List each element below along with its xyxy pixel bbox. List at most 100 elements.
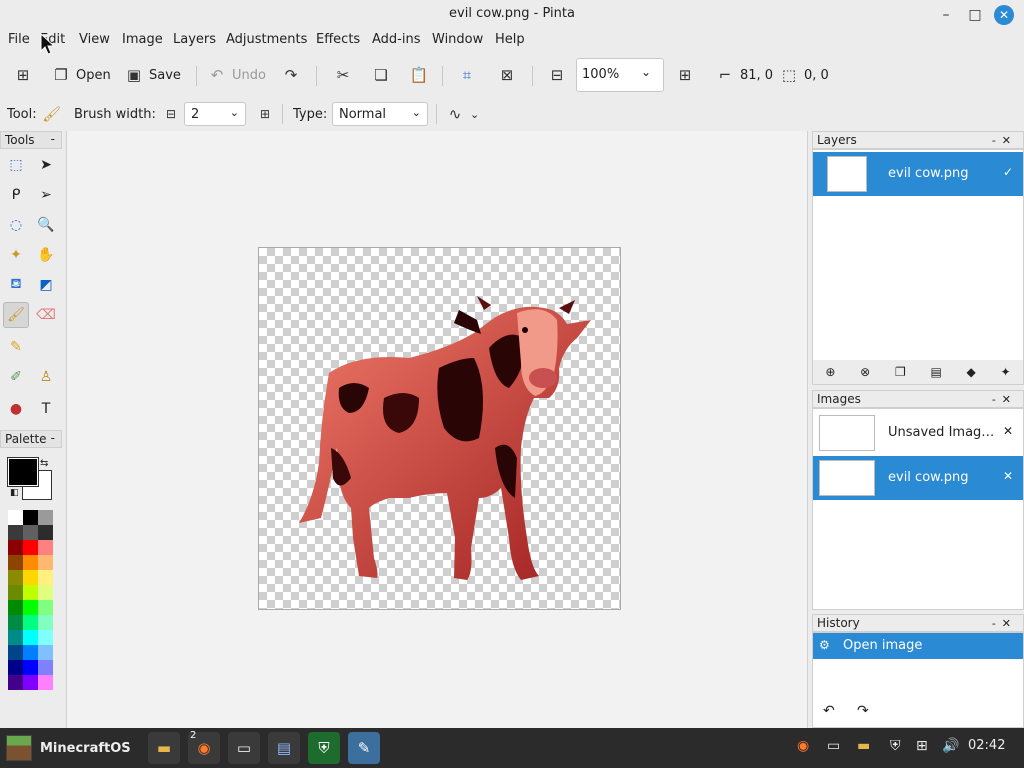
brush-width-decrease-button[interactable]: ⊟ <box>162 98 180 130</box>
menu-file[interactable]: File <box>8 32 30 47</box>
ellipse-select-tool[interactable]: ◌ <box>3 212 29 238</box>
new-image-button[interactable]: ⊞ <box>14 56 32 94</box>
palette-swatch[interactable] <box>23 555 38 570</box>
folder-tray-icon[interactable]: ▬ <box>857 738 870 754</box>
brush-width-increase-button[interactable]: ⊞ <box>256 98 274 130</box>
reset-colors-icon[interactable]: ◧ <box>10 488 19 498</box>
menu-image[interactable]: Image <box>122 32 163 47</box>
pan-tool[interactable]: ✋ <box>33 242 59 268</box>
text-tool[interactable]: T <box>33 396 59 422</box>
antialiasing-dropdown[interactable]: ∿ ⌄ <box>446 98 480 130</box>
menu-window[interactable]: Window <box>432 32 483 47</box>
redo-button[interactable]: ↷ <box>282 56 300 94</box>
zoom-out-button[interactable]: ⊟ <box>548 56 566 94</box>
image-canvas[interactable] <box>258 247 621 610</box>
duplicate-layer-icon[interactable]: ❐ <box>895 365 906 379</box>
clone-stamp-tool[interactable]: ♙ <box>33 364 59 390</box>
gradient-tool[interactable]: ◩ <box>33 272 59 298</box>
palette-swatch[interactable] <box>23 615 38 630</box>
type-combo[interactable]: Normal ⌄ <box>332 102 428 126</box>
color-picker-tool[interactable]: ✐ <box>3 364 29 390</box>
close-image-icon[interactable]: ✕ <box>1003 469 1013 483</box>
crop-to-selection-button[interactable]: ⌗ <box>458 56 476 94</box>
palette-swatch[interactable] <box>23 675 38 690</box>
move-selection-tool[interactable]: ➢ <box>33 182 59 208</box>
palette-swatch[interactable] <box>38 675 53 690</box>
recolor-tool[interactable]: ● <box>3 396 29 422</box>
firefox-tray-icon[interactable]: ◉ <box>797 738 809 754</box>
menu-add-ins[interactable]: Add-ins <box>372 32 420 47</box>
chevron-down-icon[interactable]: ⌄ <box>230 106 239 119</box>
palette-swatch[interactable] <box>23 645 38 660</box>
palette-swatch[interactable] <box>8 660 23 675</box>
canvas-area[interactable] <box>66 131 808 728</box>
palette-swatch[interactable] <box>38 645 53 660</box>
minimize-panel-icon[interactable]: - <box>51 430 55 447</box>
file-manager-taskbar-icon[interactable]: ▬ <box>148 732 180 764</box>
palette-swatch[interactable] <box>8 525 23 540</box>
palette-swatch[interactable] <box>8 630 23 645</box>
eraser-tool[interactable]: ⌫ <box>33 302 59 328</box>
start-menu-button[interactable]: MinecraftOS <box>6 734 131 762</box>
shield-taskbar-icon[interactable]: ⛨ <box>308 732 340 764</box>
palette-swatch[interactable] <box>8 585 23 600</box>
panel-controls-icon[interactable]: -✕ <box>992 132 1017 149</box>
magic-wand-tool[interactable]: ✦ <box>3 242 29 268</box>
palette-swatch[interactable] <box>38 615 53 630</box>
palette-swatch[interactable] <box>8 615 23 630</box>
paint-bucket-tool[interactable]: ⛾ <box>3 272 29 298</box>
menu-help[interactable]: Help <box>495 32 525 47</box>
palette-swatch[interactable] <box>8 645 23 660</box>
swap-colors-icon[interactable]: ⇆ <box>40 458 48 469</box>
move-layer-up-icon[interactable]: ◆ <box>967 365 976 379</box>
panel-controls-icon[interactable]: -✕ <box>992 615 1017 632</box>
palette-swatch[interactable] <box>38 660 53 675</box>
move-selected-tool[interactable]: ➤ <box>33 152 59 178</box>
palette-swatch[interactable] <box>38 600 53 615</box>
palette-swatch[interactable] <box>23 585 38 600</box>
zoom-combo[interactable]: 100% ⌄ <box>576 58 664 92</box>
palette-swatch[interactable] <box>8 570 23 585</box>
minimize-button[interactable]: – <box>936 5 956 25</box>
image-row[interactable]: Unsaved Imag… ✕ <box>813 411 1023 455</box>
close-button[interactable]: ✕ <box>994 5 1014 25</box>
cut-button[interactable]: ✂ <box>334 56 352 94</box>
palette-swatch[interactable] <box>23 525 38 540</box>
save-button[interactable]: ▣ Save <box>125 56 181 94</box>
palette-swatch[interactable] <box>38 585 53 600</box>
palette-swatch[interactable] <box>23 660 38 675</box>
paintbrush-tool[interactable]: 🖌 <box>3 302 29 328</box>
palette-swatch[interactable] <box>38 510 53 525</box>
palette-swatch[interactable] <box>23 510 38 525</box>
pencil-tool[interactable]: ✎ <box>3 334 29 360</box>
palette-swatch[interactable] <box>23 600 38 615</box>
copy-button[interactable]: ❏ <box>372 56 390 94</box>
move-layer-down-icon[interactable]: ✦ <box>1001 365 1011 379</box>
primary-color[interactable] <box>7 457 39 487</box>
palette-swatch[interactable] <box>8 600 23 615</box>
palette-swatch[interactable] <box>23 630 38 645</box>
deselect-button[interactable]: ⊠ <box>498 56 516 94</box>
chevron-down-icon[interactable]: ⌄ <box>412 106 421 119</box>
merge-layer-icon[interactable]: ▤ <box>930 365 941 379</box>
paste-button[interactable]: 📋 <box>410 56 429 94</box>
palette-swatch[interactable] <box>38 540 53 555</box>
pinta-taskbar-icon[interactable]: ✎ <box>348 732 380 764</box>
chevron-down-icon[interactable]: ⌄ <box>641 65 651 79</box>
network-tray-icon[interactable]: ⊞ <box>916 738 928 754</box>
maximize-button[interactable]: □ <box>965 5 985 25</box>
lasso-select-tool[interactable]: ᑭ <box>3 182 29 208</box>
minimize-panel-icon[interactable]: - <box>51 131 55 148</box>
rectangle-select-tool[interactable]: ⬚ <box>3 152 29 178</box>
image-row[interactable]: evil cow.png ✕ <box>813 456 1023 500</box>
history-undo-icon[interactable]: ↶ <box>823 703 835 719</box>
menu-layers[interactable]: Layers <box>173 32 216 47</box>
window-taskbar-icon[interactable]: ▤ <box>268 732 300 764</box>
palette-swatch[interactable] <box>8 510 23 525</box>
open-button[interactable]: ❐ Open <box>52 56 110 94</box>
volume-tray-icon[interactable]: 🔊 <box>942 738 959 754</box>
menu-adjustments[interactable]: Adjustments <box>226 32 307 47</box>
zoom-in-button[interactable]: ⊞ <box>676 56 694 94</box>
palette-swatch[interactable] <box>8 540 23 555</box>
palette-swatch[interactable] <box>38 570 53 585</box>
